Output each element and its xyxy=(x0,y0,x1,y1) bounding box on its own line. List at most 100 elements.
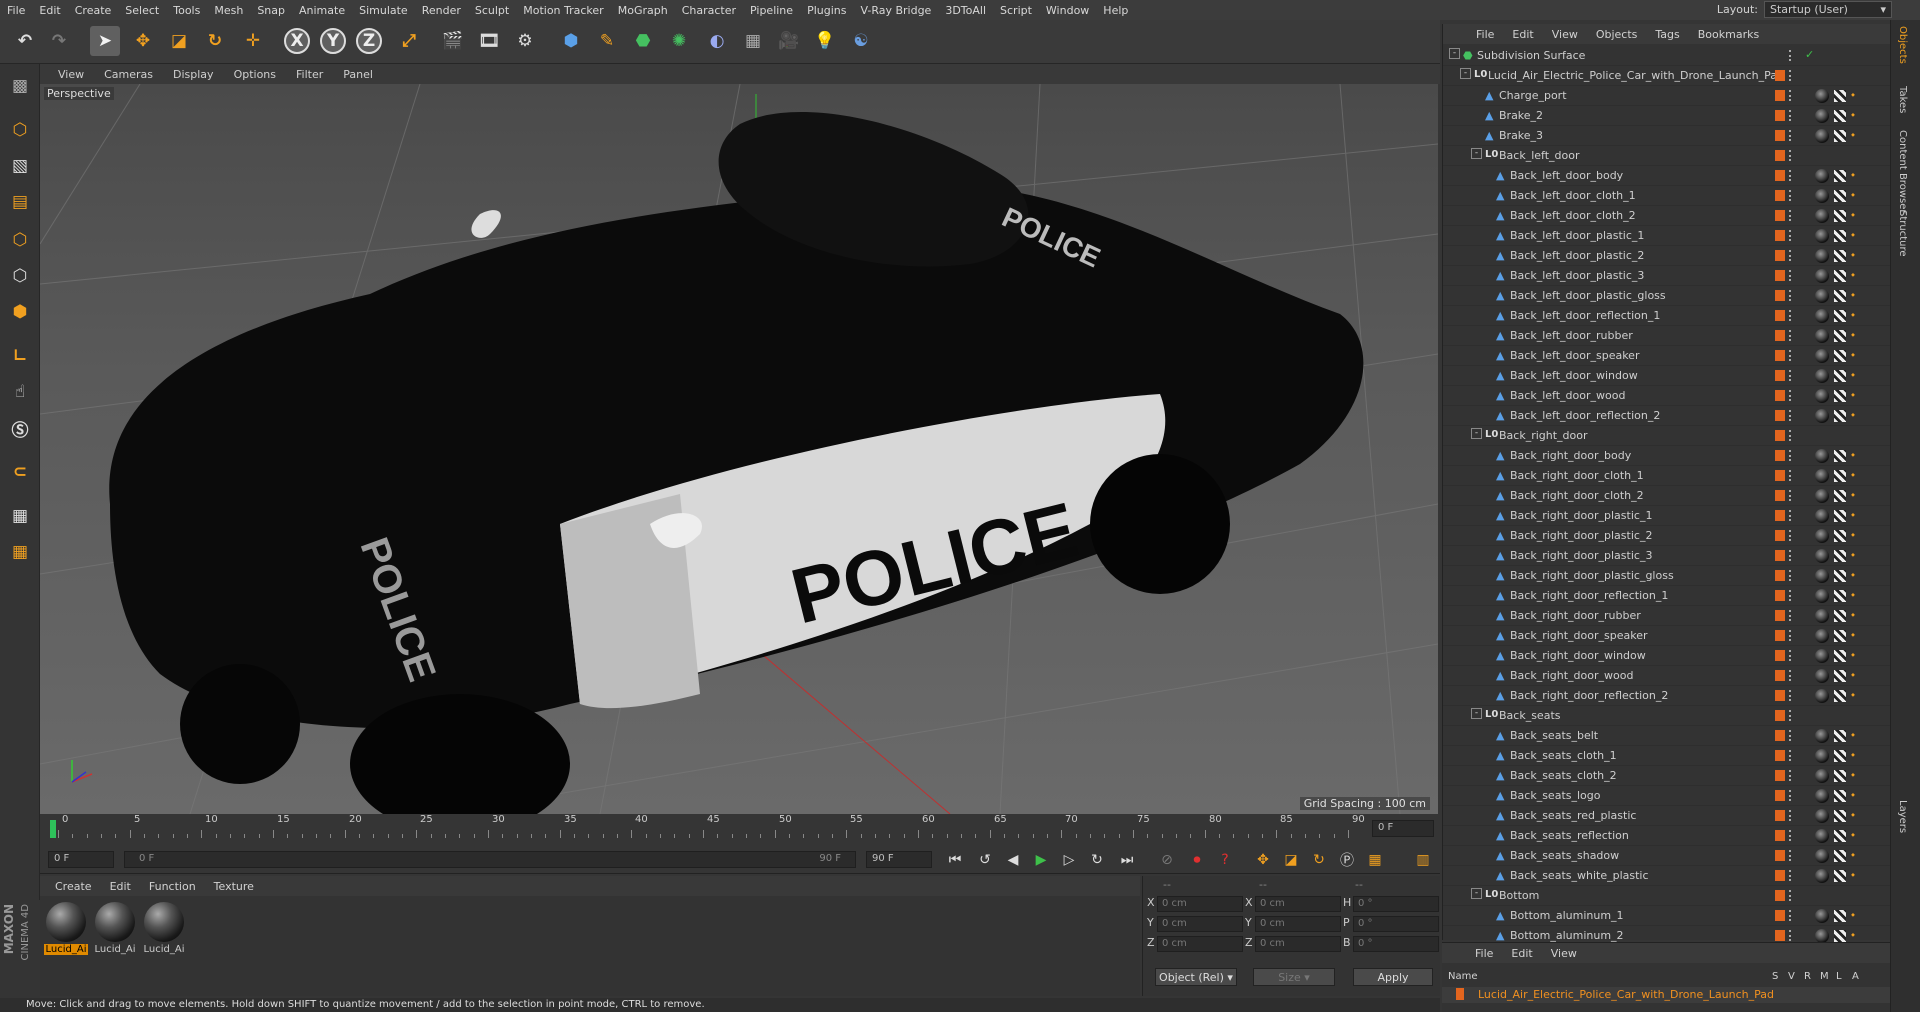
move-icon[interactable]: ✥ xyxy=(128,26,158,56)
menu-window[interactable]: Window xyxy=(1039,4,1096,17)
texture-tag-icon[interactable] xyxy=(1834,490,1846,502)
tree-row[interactable]: ▲ Back_right_door_cloth_1 ⬩ xyxy=(1443,466,1891,486)
visibility-toggle[interactable] xyxy=(1789,550,1793,561)
viewport-menu-cameras[interactable]: Cameras xyxy=(94,68,163,81)
uvw-tag-icon[interactable]: ⬩ xyxy=(1851,268,1861,282)
material-tag-icon[interactable] xyxy=(1815,589,1829,603)
visibility-toggle[interactable] xyxy=(1789,430,1793,441)
material-tag-icon[interactable] xyxy=(1815,649,1829,663)
material-tag-icon[interactable] xyxy=(1815,909,1829,923)
layer-menu-file[interactable]: File xyxy=(1466,947,1502,960)
timeline-window-icon[interactable]: ▥ xyxy=(1412,849,1434,871)
tree-row[interactable]: - L0 Lucid_Air_Electric_Police_Car_with_Dr… xyxy=(1443,66,1891,86)
layer-color-tag[interactable] xyxy=(1775,650,1785,661)
enabled-check-icon[interactable]: ✓ xyxy=(1805,48,1814,61)
material-tag-icon[interactable] xyxy=(1815,609,1829,623)
material-tag-icon[interactable] xyxy=(1815,329,1829,343)
texture-tag-icon[interactable] xyxy=(1834,630,1846,642)
texture-tag-icon[interactable] xyxy=(1834,350,1846,362)
material-tag-icon[interactable] xyxy=(1815,729,1829,743)
layer-color-tag[interactable] xyxy=(1775,170,1785,181)
uvw-tag-icon[interactable]: ⬩ xyxy=(1851,728,1861,742)
uvw-tag-icon[interactable]: ⬩ xyxy=(1851,828,1861,842)
deformer-icon[interactable]: ◐ xyxy=(702,26,732,56)
object-menu-file[interactable]: File xyxy=(1467,28,1503,41)
material-tag-icon[interactable] xyxy=(1815,369,1829,383)
menu-pipeline[interactable]: Pipeline xyxy=(743,4,800,17)
material-tag-icon[interactable] xyxy=(1815,769,1829,783)
undo-icon[interactable]: ↶ xyxy=(10,26,40,56)
tree-row[interactable]: ▲ Back_seats_white_plastic ⬩ xyxy=(1443,866,1891,886)
camera-icon[interactable]: 🎥 xyxy=(774,26,804,56)
layer-menu-edit[interactable]: Edit xyxy=(1502,947,1541,960)
layer-color-tag[interactable] xyxy=(1775,410,1785,421)
material-tag-icon[interactable] xyxy=(1815,669,1829,683)
layer-row[interactable]: Lucid_Air_Electric_Police_Car_with_Drone… xyxy=(1442,987,1890,1003)
y-axis-icon[interactable]: Y xyxy=(320,28,346,54)
visibility-toggle[interactable] xyxy=(1789,250,1793,261)
material-tag-icon[interactable] xyxy=(1815,449,1829,463)
tab-objects[interactable]: Objects xyxy=(1897,26,1908,64)
coordinate-mode-dropdown[interactable]: Object (Rel) ▾ xyxy=(1155,968,1237,986)
layer-col-r[interactable]: R xyxy=(1804,971,1811,982)
next-key-icon[interactable]: ↻ xyxy=(1086,849,1108,871)
menu-animate[interactable]: Animate xyxy=(292,4,352,17)
material-tag-icon[interactable] xyxy=(1815,549,1829,563)
viewport-menu-view[interactable]: View xyxy=(48,68,94,81)
tab-content-browser[interactable]: Content Browser xyxy=(1897,130,1908,213)
position-x-field[interactable]: 0 cm xyxy=(1157,896,1243,912)
object-menu-view[interactable]: View xyxy=(1543,28,1587,41)
apply-button[interactable]: Apply xyxy=(1353,968,1433,986)
texture-tag-icon[interactable] xyxy=(1834,90,1846,102)
tree-row[interactable]: ▲ Back_left_door_reflection_2 ⬩ xyxy=(1443,406,1891,426)
tree-row[interactable]: ▲ Brake_2 ⬩ xyxy=(1443,106,1891,126)
layer-color-tag[interactable] xyxy=(1775,310,1785,321)
layer-color-tag[interactable] xyxy=(1775,150,1785,161)
texture-tag-icon[interactable] xyxy=(1834,510,1846,522)
visibility-toggle[interactable] xyxy=(1789,610,1793,621)
texture-tag-icon[interactable] xyxy=(1834,650,1846,662)
planar-workplane-icon[interactable]: ▦ xyxy=(4,536,36,568)
tree-row[interactable]: ▲ Back_left_door_plastic_3 ⬩ xyxy=(1443,266,1891,286)
size-x-field[interactable]: 0 cm xyxy=(1255,896,1341,912)
texture-tag-icon[interactable] xyxy=(1834,770,1846,782)
visibility-toggle[interactable] xyxy=(1789,310,1793,321)
subdivision-icon[interactable]: ⬣ xyxy=(628,26,658,56)
menu-script[interactable]: Script xyxy=(993,4,1039,17)
tree-row[interactable]: ▲ Bottom_aluminum_1 ⬩ xyxy=(1443,906,1891,926)
visibility-toggle[interactable] xyxy=(1789,710,1793,721)
uvw-tag-icon[interactable]: ⬩ xyxy=(1851,408,1861,422)
uvw-tag-icon[interactable]: ⬩ xyxy=(1851,688,1861,702)
uvw-tag-icon[interactable]: ⬩ xyxy=(1851,668,1861,682)
layout-dropdown[interactable]: Startup (User) ▾ xyxy=(1764,1,1892,18)
z-axis-icon[interactable]: Z xyxy=(356,28,382,54)
texture-tag-icon[interactable] xyxy=(1834,450,1846,462)
layer-color-tag[interactable] xyxy=(1775,210,1785,221)
size-y-field[interactable]: 0 cm xyxy=(1255,916,1341,932)
uvw-tag-icon[interactable]: ⬩ xyxy=(1851,548,1861,562)
visibility-toggle[interactable] xyxy=(1789,630,1793,641)
uvw-tag-icon[interactable]: ⬩ xyxy=(1851,648,1861,662)
layer-col-v[interactable]: V xyxy=(1788,971,1795,982)
visibility-toggle[interactable] xyxy=(1789,650,1793,661)
texture-tag-icon[interactable] xyxy=(1834,590,1846,602)
make-editable-icon[interactable]: ▩ xyxy=(4,70,36,102)
visibility-toggle[interactable] xyxy=(1789,930,1793,941)
layer-color-tag[interactable] xyxy=(1775,450,1785,461)
texture-tag-icon[interactable] xyxy=(1834,730,1846,742)
material-tag-icon[interactable] xyxy=(1815,749,1829,763)
layer-color-tag[interactable] xyxy=(1775,70,1785,81)
material-tag-icon[interactable] xyxy=(1815,129,1829,143)
object-menu-objects[interactable]: Objects xyxy=(1587,28,1647,41)
layer-color-tag[interactable] xyxy=(1775,790,1785,801)
visibility-toggle[interactable] xyxy=(1789,790,1793,801)
material-swatch[interactable]: Lucid_Ai xyxy=(142,902,186,955)
layer-color-tag[interactable] xyxy=(1775,890,1785,901)
texture-tag-icon[interactable] xyxy=(1834,550,1846,562)
material-tag-icon[interactable] xyxy=(1815,389,1829,403)
menu-render[interactable]: Render xyxy=(415,4,468,17)
layer-color-tag[interactable] xyxy=(1775,710,1785,721)
tweak-mode-icon[interactable]: ☝ xyxy=(4,376,36,408)
tree-row[interactable]: ▲ Back_seats_belt ⬩ xyxy=(1443,726,1891,746)
visibility-toggle[interactable] xyxy=(1789,810,1793,821)
